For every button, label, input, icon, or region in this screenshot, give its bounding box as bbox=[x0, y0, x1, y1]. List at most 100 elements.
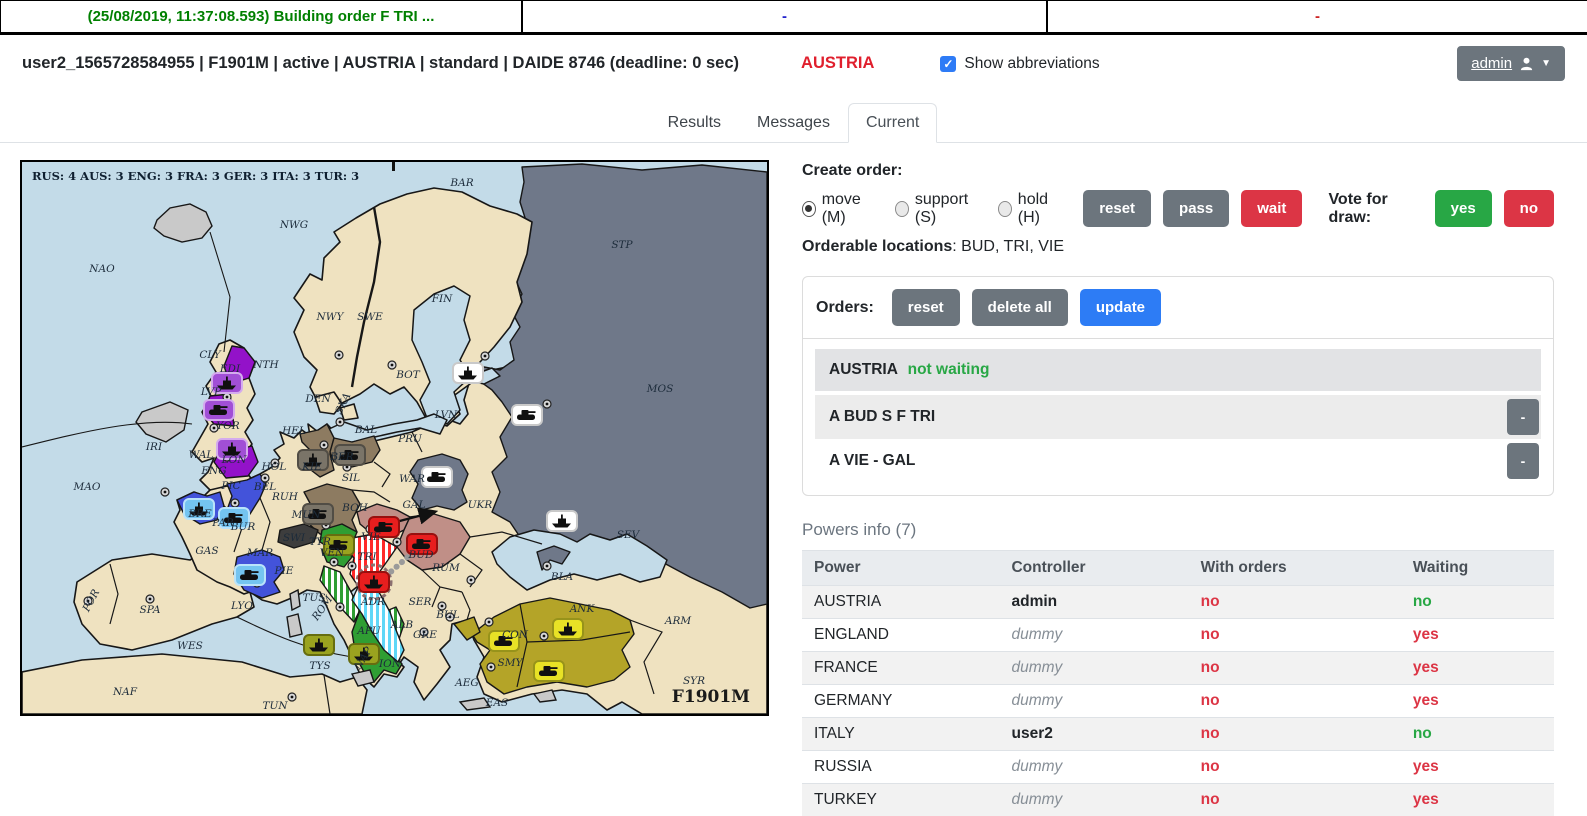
unit-army-smy[interactable] bbox=[534, 661, 564, 681]
orders-delete-all-button[interactable]: delete all bbox=[972, 289, 1068, 326]
with-orders: no bbox=[1189, 685, 1401, 718]
unit-fleet-ank[interactable] bbox=[553, 619, 583, 639]
status-bar: (25/08/2019, 11:37:08.593) Building orde… bbox=[0, 0, 1587, 35]
waiting: yes bbox=[1401, 652, 1554, 685]
map-label-bur: BUR bbox=[230, 521, 256, 533]
radio-move[interactable]: move (M) bbox=[802, 191, 878, 227]
map-label-gas: GAS bbox=[195, 545, 218, 557]
map-label-vie: VIE bbox=[361, 531, 381, 543]
with-orders: no bbox=[1189, 751, 1401, 784]
map-label-smy: SMY bbox=[498, 657, 524, 669]
radio-label: support (S) bbox=[915, 191, 981, 227]
unit-army-war[interactable] bbox=[422, 467, 452, 487]
radio-support[interactable]: support (S) bbox=[895, 191, 981, 227]
map-label-pie: PIE bbox=[274, 565, 294, 577]
map-label-lyo: LYO bbox=[230, 600, 253, 612]
waiting: yes bbox=[1401, 784, 1554, 816]
with-orders: no bbox=[1189, 619, 1401, 652]
map-label-edi: EDI bbox=[219, 363, 241, 375]
user-menu-button[interactable]: admin ▼ bbox=[1457, 46, 1565, 81]
reset-button[interactable]: reset bbox=[1083, 190, 1151, 227]
map-label-apu: APU bbox=[356, 625, 381, 637]
orderable-locations: Orderable locations: BUD, TRI, VIE bbox=[802, 238, 1554, 256]
table-row: ENGLANDdummynoyes bbox=[802, 619, 1554, 652]
game-info: user2_1565728584955 | F1901M | active | … bbox=[22, 54, 739, 73]
unit-army-mar[interactable] bbox=[235, 565, 265, 585]
map-label-lvn: LVN bbox=[434, 409, 458, 421]
show-abbreviations-checkbox[interactable]: ✓ bbox=[940, 56, 956, 72]
map-label-fin: FIN bbox=[431, 293, 453, 305]
show-abbreviations-label: Show abbreviations bbox=[964, 55, 1099, 73]
vote-for-draw-label: Vote for draw: bbox=[1328, 191, 1420, 227]
map-label-gre: GRE bbox=[413, 629, 437, 641]
map-label-mao: MAO bbox=[73, 481, 101, 493]
status-message: (25/08/2019, 11:37:08.593) Building orde… bbox=[0, 1, 523, 32]
island-corsica bbox=[290, 590, 300, 610]
phase-label: F1901M bbox=[672, 687, 750, 707]
map-label-con: CON bbox=[502, 629, 529, 641]
map-label-tun: TUN bbox=[262, 700, 288, 712]
map-label-den: DEN bbox=[304, 393, 331, 405]
map-label-ank: ANK bbox=[569, 603, 596, 615]
remove-order-button[interactable]: - bbox=[1507, 443, 1539, 479]
map-label-mos: MOS bbox=[646, 383, 674, 395]
map-label-ruh: RUH bbox=[271, 491, 299, 503]
waiting: no bbox=[1401, 718, 1554, 751]
user-icon bbox=[1519, 56, 1534, 71]
unit-army-mos[interactable] bbox=[512, 405, 542, 425]
vote-no-button[interactable]: no bbox=[1504, 190, 1554, 227]
game-header: user2_1565728584955 | F1901M | active | … bbox=[0, 35, 1587, 91]
vote-yes-button[interactable]: yes bbox=[1435, 190, 1492, 227]
map-label-yor: YOR bbox=[216, 420, 240, 432]
power-status-text: not waiting bbox=[908, 361, 990, 378]
map-label-rum: RUM bbox=[431, 562, 460, 574]
map-label-sil: SIL bbox=[342, 472, 360, 484]
map-label-ber: BER bbox=[329, 451, 353, 463]
map-label-nwg: NWG bbox=[279, 219, 308, 231]
map-label-syr: SYR bbox=[683, 675, 705, 687]
order-type-radio-group: move (M) support (S) hold (H) bbox=[802, 191, 1065, 227]
unit-fleet-tri[interactable] bbox=[359, 572, 389, 592]
map-label-stp: STP bbox=[611, 239, 633, 251]
map-label-bud: BUD bbox=[408, 549, 435, 561]
tab-messages[interactable]: Messages bbox=[739, 103, 848, 143]
table-row: AUSTRIAadminnono bbox=[802, 586, 1554, 619]
orders-panel: Orders: resetdelete allupdate AUSTRIA no… bbox=[802, 276, 1554, 496]
map-label-pic: PIC bbox=[220, 480, 240, 492]
map-label-tys: TYS bbox=[309, 660, 330, 672]
tab-results[interactable]: Results bbox=[650, 103, 739, 143]
unit-fleet-tys[interactable] bbox=[304, 635, 334, 655]
remove-order-button[interactable]: - bbox=[1507, 399, 1539, 435]
diplomacy-map[interactable]: NAONWGBARSTPFINNWYSWEBOTMOSNTHLVNPRUIRIC… bbox=[22, 162, 767, 714]
unit-fleet-sev[interactable] bbox=[547, 511, 577, 531]
unit-fleet-stp[interactable] bbox=[453, 363, 483, 383]
map-label-aeg: AEG bbox=[454, 677, 479, 689]
map-label-bot: BOT bbox=[395, 369, 421, 381]
power-name: TURKEY bbox=[802, 784, 999, 816]
with-orders: no bbox=[1189, 718, 1401, 751]
current-power-label: AUSTRIA bbox=[801, 54, 874, 73]
map-label-wal: WAL bbox=[189, 449, 214, 461]
map-label-arm: ARM bbox=[664, 615, 691, 627]
map-label-ven: VEN bbox=[320, 547, 345, 559]
map-label-cly: CLY bbox=[199, 349, 221, 361]
map-label-nwy: NWY bbox=[316, 311, 345, 323]
powers-table: PowerControllerWith ordersWaiting AUSTRI… bbox=[802, 550, 1554, 816]
radio-hold[interactable]: hold (H) bbox=[998, 191, 1065, 227]
chevron-down-icon: ▼ bbox=[1541, 58, 1551, 69]
unit-army-lvp[interactable] bbox=[204, 400, 234, 420]
orderable-locations-label: Orderable locations bbox=[802, 238, 952, 255]
power-name: ITALY bbox=[802, 718, 999, 751]
orders-reset-button[interactable]: reset bbox=[892, 289, 960, 326]
power-name: AUSTRIA bbox=[802, 586, 999, 619]
tab-current[interactable]: Current bbox=[848, 103, 937, 143]
powers-info-heading: Powers info (7) bbox=[802, 520, 1554, 540]
waiting: no bbox=[1401, 586, 1554, 619]
map-label-mar: MAR bbox=[246, 547, 273, 559]
map-label-ion: ION bbox=[378, 658, 402, 670]
orders-update-button[interactable]: update bbox=[1080, 289, 1161, 326]
map-label-nao: NAO bbox=[88, 263, 115, 275]
wait-button[interactable]: wait bbox=[1241, 190, 1302, 227]
pass-button[interactable]: pass bbox=[1163, 190, 1229, 227]
power-name: FRANCE bbox=[802, 652, 999, 685]
